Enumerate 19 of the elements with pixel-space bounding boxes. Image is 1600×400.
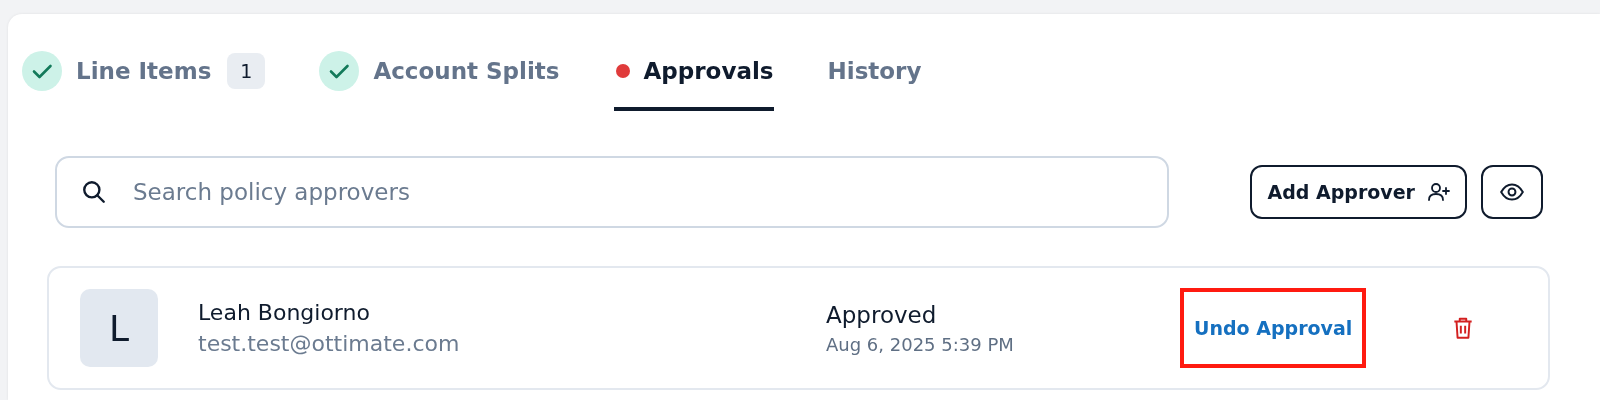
- add-person-icon: [1427, 180, 1451, 204]
- tab[interactable]: History: [827, 15, 922, 125]
- tab[interactable]: Approvals: [613, 15, 774, 111]
- view-button[interactable]: [1481, 165, 1543, 219]
- add-approver-button[interactable]: Add Approver: [1249, 165, 1467, 219]
- count-badge: 1: [227, 53, 266, 89]
- avatar: L: [80, 289, 158, 367]
- search-field[interactable]: Search policy approvers: [55, 156, 1169, 228]
- approval-date: Aug 6, 2025 5:39 PM: [826, 333, 1015, 355]
- tab[interactable]: Line Items 1: [22, 15, 266, 125]
- approval-status: Approved: [826, 301, 938, 328]
- tab-label: History: [827, 58, 922, 84]
- tab-label: Account Splits: [373, 58, 560, 84]
- tab-label: Line Items: [76, 58, 212, 84]
- tab[interactable]: Account Splits: [319, 15, 560, 125]
- tab-label: Approvals: [643, 58, 774, 84]
- undo-approval-link[interactable]: Undo Approval: [1180, 288, 1367, 368]
- approver-email: test.test@ottimate.com: [198, 331, 461, 356]
- approver-name: Leah Bongiorno: [198, 300, 371, 325]
